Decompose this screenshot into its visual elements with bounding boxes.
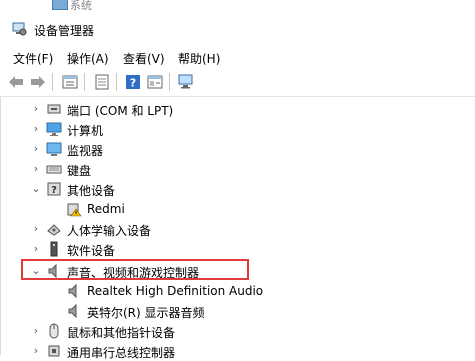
tree-item-label: Realtek High Definition Audio — [87, 284, 264, 298]
back-button[interactable] — [6, 72, 26, 92]
toolbar-separator — [84, 73, 85, 91]
tree-item-label: 其他设备 — [67, 184, 116, 198]
tree-item-label: 监视器 — [67, 144, 104, 158]
back-icon — [9, 76, 23, 88]
svg-text:?: ? — [130, 77, 136, 90]
chevron-right-icon[interactable]: › — [30, 222, 42, 236]
computer-icon — [46, 122, 62, 136]
tree-item-hid[interactable]: › 人体学输入设备 — [1, 219, 441, 239]
chevron-right-icon[interactable]: › — [30, 102, 42, 116]
mouse-icon — [49, 323, 59, 339]
other-devices-icon: ? — [47, 182, 61, 196]
tree-item-other-devices[interactable]: ⌄ ? 其他设备 — [1, 179, 441, 199]
menu-action[interactable]: 操作(A) — [65, 50, 111, 67]
help-icon: ? — [126, 75, 140, 90]
tree-item-intel-display-audio[interactable]: 英特尔(R) 显示器音频 — [1, 301, 441, 321]
toolbar-separator — [52, 73, 53, 91]
window-title: 设备管理器 — [34, 24, 95, 38]
help-button[interactable]: ? — [123, 72, 143, 92]
chevron-right-icon[interactable]: › — [30, 142, 42, 156]
menu-file[interactable]: 文件(F) — [11, 50, 55, 67]
tree-item-label: 通用串行总线控制器 — [67, 346, 176, 360]
update-driver-button[interactable] — [92, 72, 112, 92]
tree-item-software-devices[interactable]: › 软件设备 — [1, 239, 441, 259]
chevron-down-icon[interactable]: ⌄ — [30, 182, 42, 196]
tree-item-label: 英特尔(R) 显示器音频 — [87, 306, 205, 320]
scan-hardware-icon — [178, 74, 193, 89]
highlight-box — [21, 259, 249, 280]
properties-icon — [62, 75, 78, 89]
forward-button[interactable] — [28, 72, 48, 92]
tree-item-monitors[interactable]: › 监视器 — [1, 139, 441, 159]
tree-item-computer[interactable]: › 计算机 — [1, 119, 441, 139]
tree-item-label: 端口 (COM 和 LPT) — [67, 104, 174, 118]
menu-help[interactable]: 帮助(H) — [176, 50, 222, 67]
device-tree: › 端口 (COM 和 LPT) › 计算机 › 监视器 › 键盘 ⌄ ? 其他… — [0, 97, 475, 360]
menu-bar: 文件(F) 操作(A) 查看(V) 帮助(H) — [0, 46, 475, 68]
tree-item-ports[interactable]: › 端口 (COM 和 LPT) — [1, 99, 441, 119]
background-window-strip: 系统 — [0, 0, 475, 12]
show-hidden-icon — [147, 75, 163, 89]
software-device-icon — [50, 241, 58, 257]
tree-item-realtek-audio[interactable]: Realtek High Definition Audio — [1, 281, 441, 301]
tree-item-label: 键盘 — [67, 164, 92, 178]
tree-item-label: 鼠标和其他指针设备 — [67, 326, 176, 340]
tree-item-label: 计算机 — [67, 124, 104, 138]
tree-item-label: Redmi — [87, 202, 125, 216]
menu-view[interactable]: 查看(V) — [121, 50, 167, 67]
usb-icon — [48, 345, 60, 357]
properties-button[interactable] — [60, 72, 80, 92]
device-manager-icon — [12, 22, 27, 36]
toolbar: ? — [0, 68, 475, 97]
tree-item-mice[interactable]: › 鼠标和其他指针设备 — [1, 321, 441, 341]
tree-item-keyboards[interactable]: › 键盘 — [1, 159, 441, 179]
tree-item-redmi[interactable]: Redmi — [1, 199, 441, 219]
toolbar-separator — [169, 73, 170, 91]
tree-item-label: 软件设备 — [67, 244, 116, 258]
warning-device-icon — [67, 203, 82, 217]
update-driver-icon — [95, 74, 109, 90]
monitor-icon — [46, 142, 62, 156]
chevron-right-icon[interactable]: › — [30, 162, 42, 176]
title-bar: 设备管理器 — [0, 12, 475, 44]
tree-item-label: 人体学输入设备 — [67, 224, 152, 238]
hid-icon — [47, 224, 61, 236]
scan-hardware-button[interactable] — [176, 72, 196, 92]
background-window-label: 系统 — [70, 0, 92, 12]
speaker-icon — [68, 303, 77, 319]
tree-item-usb-controllers[interactable]: › 通用串行总线控制器 — [1, 341, 441, 361]
forward-icon — [31, 76, 45, 88]
show-hidden-button[interactable] — [145, 72, 165, 92]
checkbox-icon — [52, 0, 68, 10]
keyboard-icon — [46, 165, 62, 174]
chevron-right-icon[interactable]: › — [30, 324, 42, 338]
chevron-right-icon[interactable]: › — [30, 344, 42, 358]
chevron-right-icon[interactable]: › — [30, 242, 42, 256]
port-icon — [47, 104, 61, 114]
speaker-icon — [68, 283, 77, 299]
chevron-right-icon[interactable]: › — [30, 122, 42, 136]
toolbar-separator — [116, 73, 117, 91]
svg-text:?: ? — [51, 185, 57, 196]
